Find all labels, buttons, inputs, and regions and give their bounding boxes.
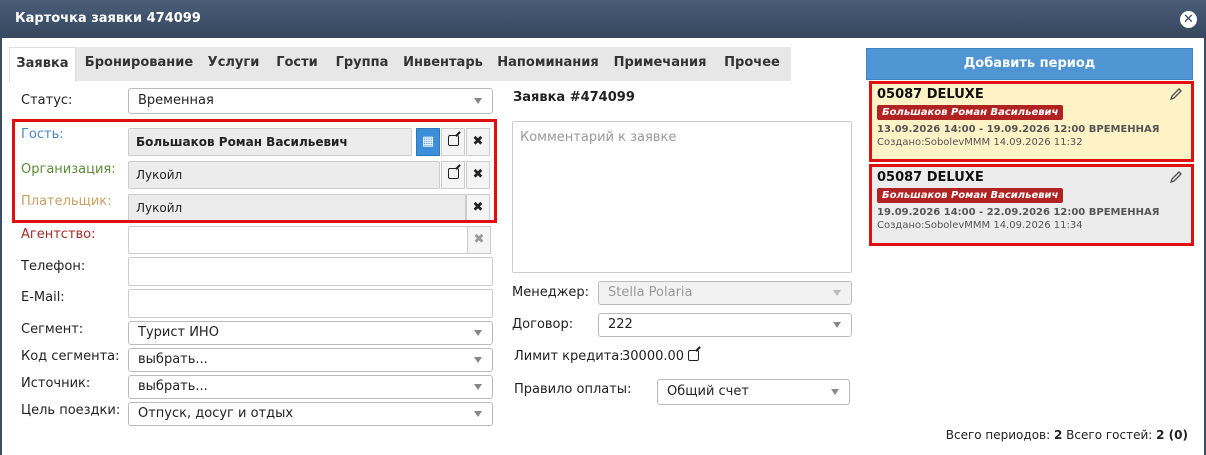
chevron-down-icon [474, 411, 482, 417]
contract-label: Договор: [512, 317, 574, 332]
email-label: E-Mail: [21, 290, 65, 305]
add-period-button[interactable]: Добавить период [866, 48, 1193, 80]
chevron-down-icon [474, 330, 482, 336]
source-value: выбрать... [138, 379, 208, 394]
highlight-box [12, 119, 497, 223]
credit-limit-value: 30000.00 [622, 349, 700, 364]
contract-select[interactable]: 222 [598, 313, 852, 337]
tab-group[interactable]: Группа [331, 47, 393, 81]
chevron-down-icon [474, 357, 482, 363]
contract-value: 222 [608, 317, 633, 332]
manager-value: Stella Polaria [608, 285, 693, 300]
source-label: Источник: [21, 376, 91, 391]
request-title: Заявка #474099 [513, 90, 635, 105]
segment-code-value: выбрать... [138, 352, 208, 367]
status-label: Статус: [21, 93, 73, 108]
period-card[interactable]: 05087 DELUXE Большаков Роман Васильевич … [869, 81, 1194, 162]
trip-purpose-value: Отпуск, досуг и отдых [138, 406, 294, 421]
period-created: Создано:SobolevMMM 14.09.2026 11:32 [877, 137, 1083, 148]
pencil-icon[interactable] [1169, 87, 1183, 101]
tab-request[interactable]: Заявка [9, 47, 76, 82]
period-dates: 19.09.2026 14:00 - 22.09.2026 12:00 ВРЕМ… [877, 207, 1160, 218]
phone-label: Телефон: [21, 259, 86, 274]
trip-purpose-label: Цель поездки: [21, 403, 121, 418]
status-value: Временная [138, 93, 214, 108]
tab-services[interactable]: Услуги [203, 47, 264, 81]
period-guest-badge: Большаков Роман Васильевич [877, 188, 1064, 203]
chevron-down-icon [474, 98, 482, 104]
tab-other[interactable]: Прочее [719, 47, 785, 81]
trip-purpose-select[interactable]: Отпуск, досуг и отдых [128, 402, 493, 426]
periods-count-label: Всего периодов: [945, 428, 1051, 442]
agency-field[interactable] [128, 226, 468, 254]
status-select[interactable]: Временная [128, 88, 493, 114]
period-card[interactable]: 05087 DELUXE Большаков Роман Васильевич … [869, 164, 1194, 246]
periods-summary: Всего периодов: 2 Всего гостей: 2 (0) [946, 428, 1188, 442]
chevron-down-icon [474, 384, 482, 390]
tab-notes[interactable]: Примечания [611, 47, 709, 81]
window-title: Карточка заявки 474099 [15, 11, 201, 26]
payment-rule-select[interactable]: Общий счет [657, 379, 850, 405]
tab-bar: Заявка Бронирование Услуги Гости Группа … [9, 47, 791, 82]
period-room: 05087 DELUXE [877, 170, 984, 185]
period-created: Создано:SobolevMMM 14.09.2026 11:34 [877, 220, 1083, 231]
segment-code-label: Код сегмента: [21, 349, 120, 364]
segment-code-select[interactable]: выбрать... [128, 348, 493, 372]
periods-count: 2 [1053, 428, 1063, 442]
period-dates: 13.09.2026 14:00 - 19.09.2026 12:00 ВРЕМ… [877, 124, 1160, 135]
credit-limit-label: Лимит кредита: [514, 349, 624, 364]
period-guest-badge: Большаков Роман Васильевич [877, 105, 1064, 120]
payment-rule-label: Правило оплаты: [514, 382, 632, 397]
credit-limit-amount: 30000.00 [622, 349, 685, 364]
manager-select[interactable]: Stella Polaria [598, 281, 852, 305]
tab-inventory[interactable]: Инвентарь [400, 47, 486, 81]
window-titlebar: Карточка заявки 474099 ✕ [0, 0, 1206, 38]
tab-reminders[interactable]: Напоминания [495, 47, 601, 81]
window-border-left [0, 38, 2, 455]
segment-select[interactable]: Турист ИНО [128, 321, 493, 345]
source-select[interactable]: выбрать... [128, 375, 493, 399]
chevron-down-icon [833, 322, 841, 328]
tab-booking[interactable]: Бронирование [80, 47, 198, 81]
chevron-down-icon [833, 290, 841, 296]
chevron-down-icon [831, 389, 839, 395]
close-icon[interactable]: ✕ [1180, 11, 1197, 28]
email-input[interactable] [128, 289, 493, 318]
segment-label: Сегмент: [21, 322, 84, 337]
segment-value: Турист ИНО [138, 325, 219, 340]
pencil-icon[interactable] [1169, 170, 1183, 184]
period-room: 05087 DELUXE [877, 87, 984, 102]
manager-label: Менеджер: [512, 285, 590, 300]
edit-icon[interactable] [688, 350, 700, 361]
phone-input[interactable] [128, 257, 493, 286]
guests-count: 2 (0) [1156, 428, 1188, 442]
tab-guests[interactable]: Гости [271, 47, 323, 81]
agency-label: Агентство: [21, 227, 96, 242]
guests-count-label: Всего гостей: [1066, 428, 1153, 442]
clear-agency-icon[interactable]: ✖ [467, 226, 491, 254]
comment-textarea[interactable]: Комментарий к заявке [512, 121, 852, 273]
payment-rule-value: Общий счет [667, 384, 749, 399]
